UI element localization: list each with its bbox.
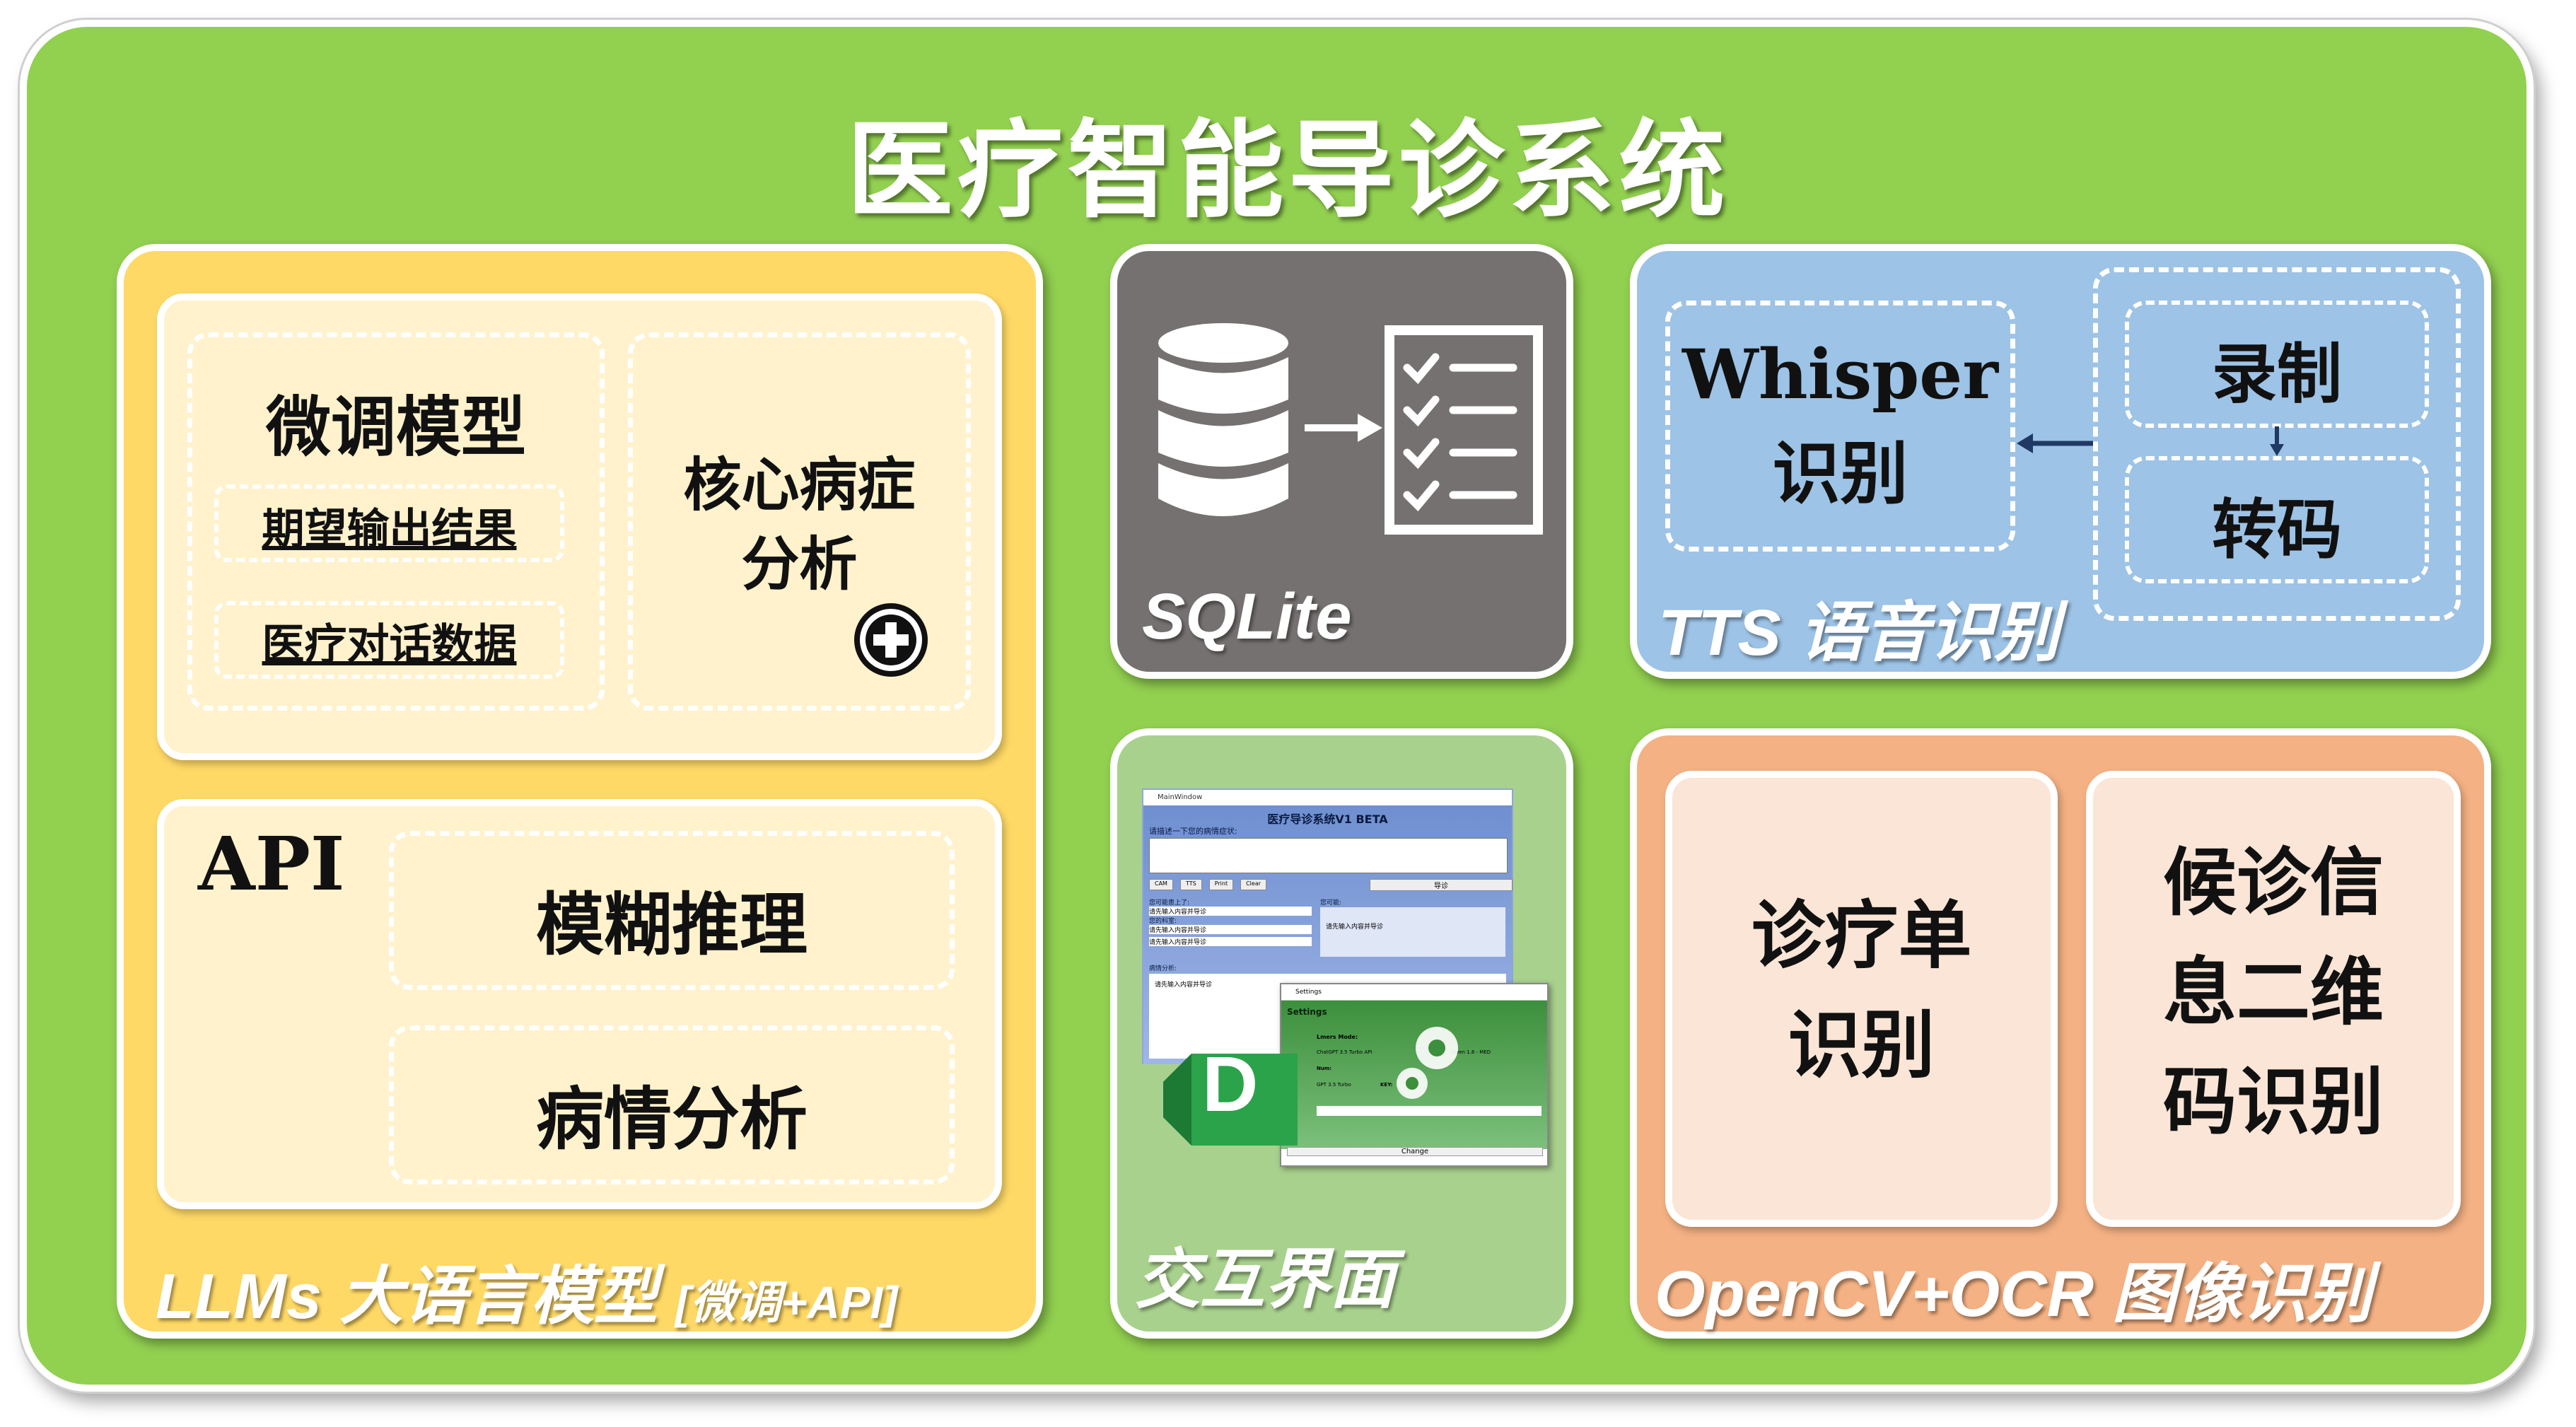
plus-icon [854, 603, 928, 677]
page-title: 医疗智能导诊系统 [846, 108, 1730, 233]
dialog-data-label: 医疗对话数据 [262, 620, 517, 670]
api-title: API [198, 820, 345, 907]
llm-panel-label: LLMs 大语言模型 [微调+API] [156, 1245, 898, 1336]
screenshot-left-item: 您可能患上了: [1149, 899, 1190, 907]
screenshot-settings-heading: Settings [1287, 1007, 1327, 1017]
screenshot-right-title: 您可能: [1320, 899, 1342, 907]
llm-label-main: LLMs 大语言模型 [156, 1262, 658, 1332]
screenshot-window-title: MainWindow [1143, 790, 1512, 805]
ui-label: 交互界面 [1135, 1244, 1396, 1316]
screenshot-settings-window: Settings Settings Lmers Mode: ChatGPT 3.… [1280, 983, 1549, 1167]
condition-analysis-label: 病情分析 [536, 1079, 808, 1159]
finetune-model-title: 微调模型 [265, 389, 526, 465]
database-list-icon [1158, 323, 1543, 535]
whisper-label: Whisper 识别 [1682, 334, 1998, 513]
expected-output-label: 期望输出结果 [262, 505, 517, 554]
qrcode-label: 候诊信 息二维 码识别 [2162, 839, 2384, 1145]
transcode-label: 转码 [2211, 491, 2342, 568]
sqlite-label: SQLite [1142, 581, 1352, 653]
screenshot-settings-row: ChatGPT 3.5 Turbo API [1317, 1049, 1372, 1055]
llm-label-sub: [微调+API] [675, 1277, 898, 1328]
prescription-label: 诊疗单 识别 [1751, 892, 1972, 1088]
screenshot-left-item: 请先输入内容并导诊 [1149, 937, 1312, 946]
gears-icon [1397, 1027, 1458, 1099]
fuzzy-reasoning-label: 模糊推理 [536, 885, 808, 965]
screenshot-left-item: 请先输入内容并导诊 [1149, 925, 1312, 934]
screenshot-settings-row: GPT 3.5 Turbo [1317, 1082, 1351, 1088]
screenshot-app-title: 医疗导诊系统V1 BETA [1267, 812, 1388, 826]
screenshot-right-text: 请先输入内容并导诊 [1320, 907, 1505, 957]
core-analysis-label: 核心病症 分析 [683, 451, 916, 598]
record-label: 录制 [2211, 336, 2342, 412]
screenshot-settings-title: Settings [1281, 984, 1547, 1001]
tts-arrows [2017, 426, 2284, 456]
screenshot-settings-row: Num: [1317, 1066, 1331, 1071]
screenshot-print-button: Print [1208, 879, 1234, 890]
screenshot-tts-button: TTS [1179, 879, 1202, 890]
app-logo-letter: D [1202, 1041, 1259, 1128]
tts-label: TTS 语音识别 [1658, 597, 2060, 669]
screenshot-symptom-input [1149, 838, 1508, 873]
screenshot-change-button: Change [1287, 1147, 1543, 1156]
screenshot-settings-row: Lmers Mode: [1317, 1034, 1358, 1040]
screenshot-prompt: 请描述一下您的病情症状: [1149, 827, 1237, 836]
screenshot-cam-button: CAM [1149, 879, 1173, 890]
screenshot-clear-button: Clear [1240, 879, 1267, 890]
screenshot-guide-button: 导诊 [1370, 879, 1513, 891]
screenshot-left-item: 您的科室: [1149, 918, 1177, 925]
screenshot-left-item: 请先输入内容并导诊 [1149, 907, 1312, 916]
screenshot-analysis-title: 病情分析: [1149, 965, 1177, 972]
ocr-label: OpenCV+OCR 图像识别 [1655, 1258, 2372, 1330]
